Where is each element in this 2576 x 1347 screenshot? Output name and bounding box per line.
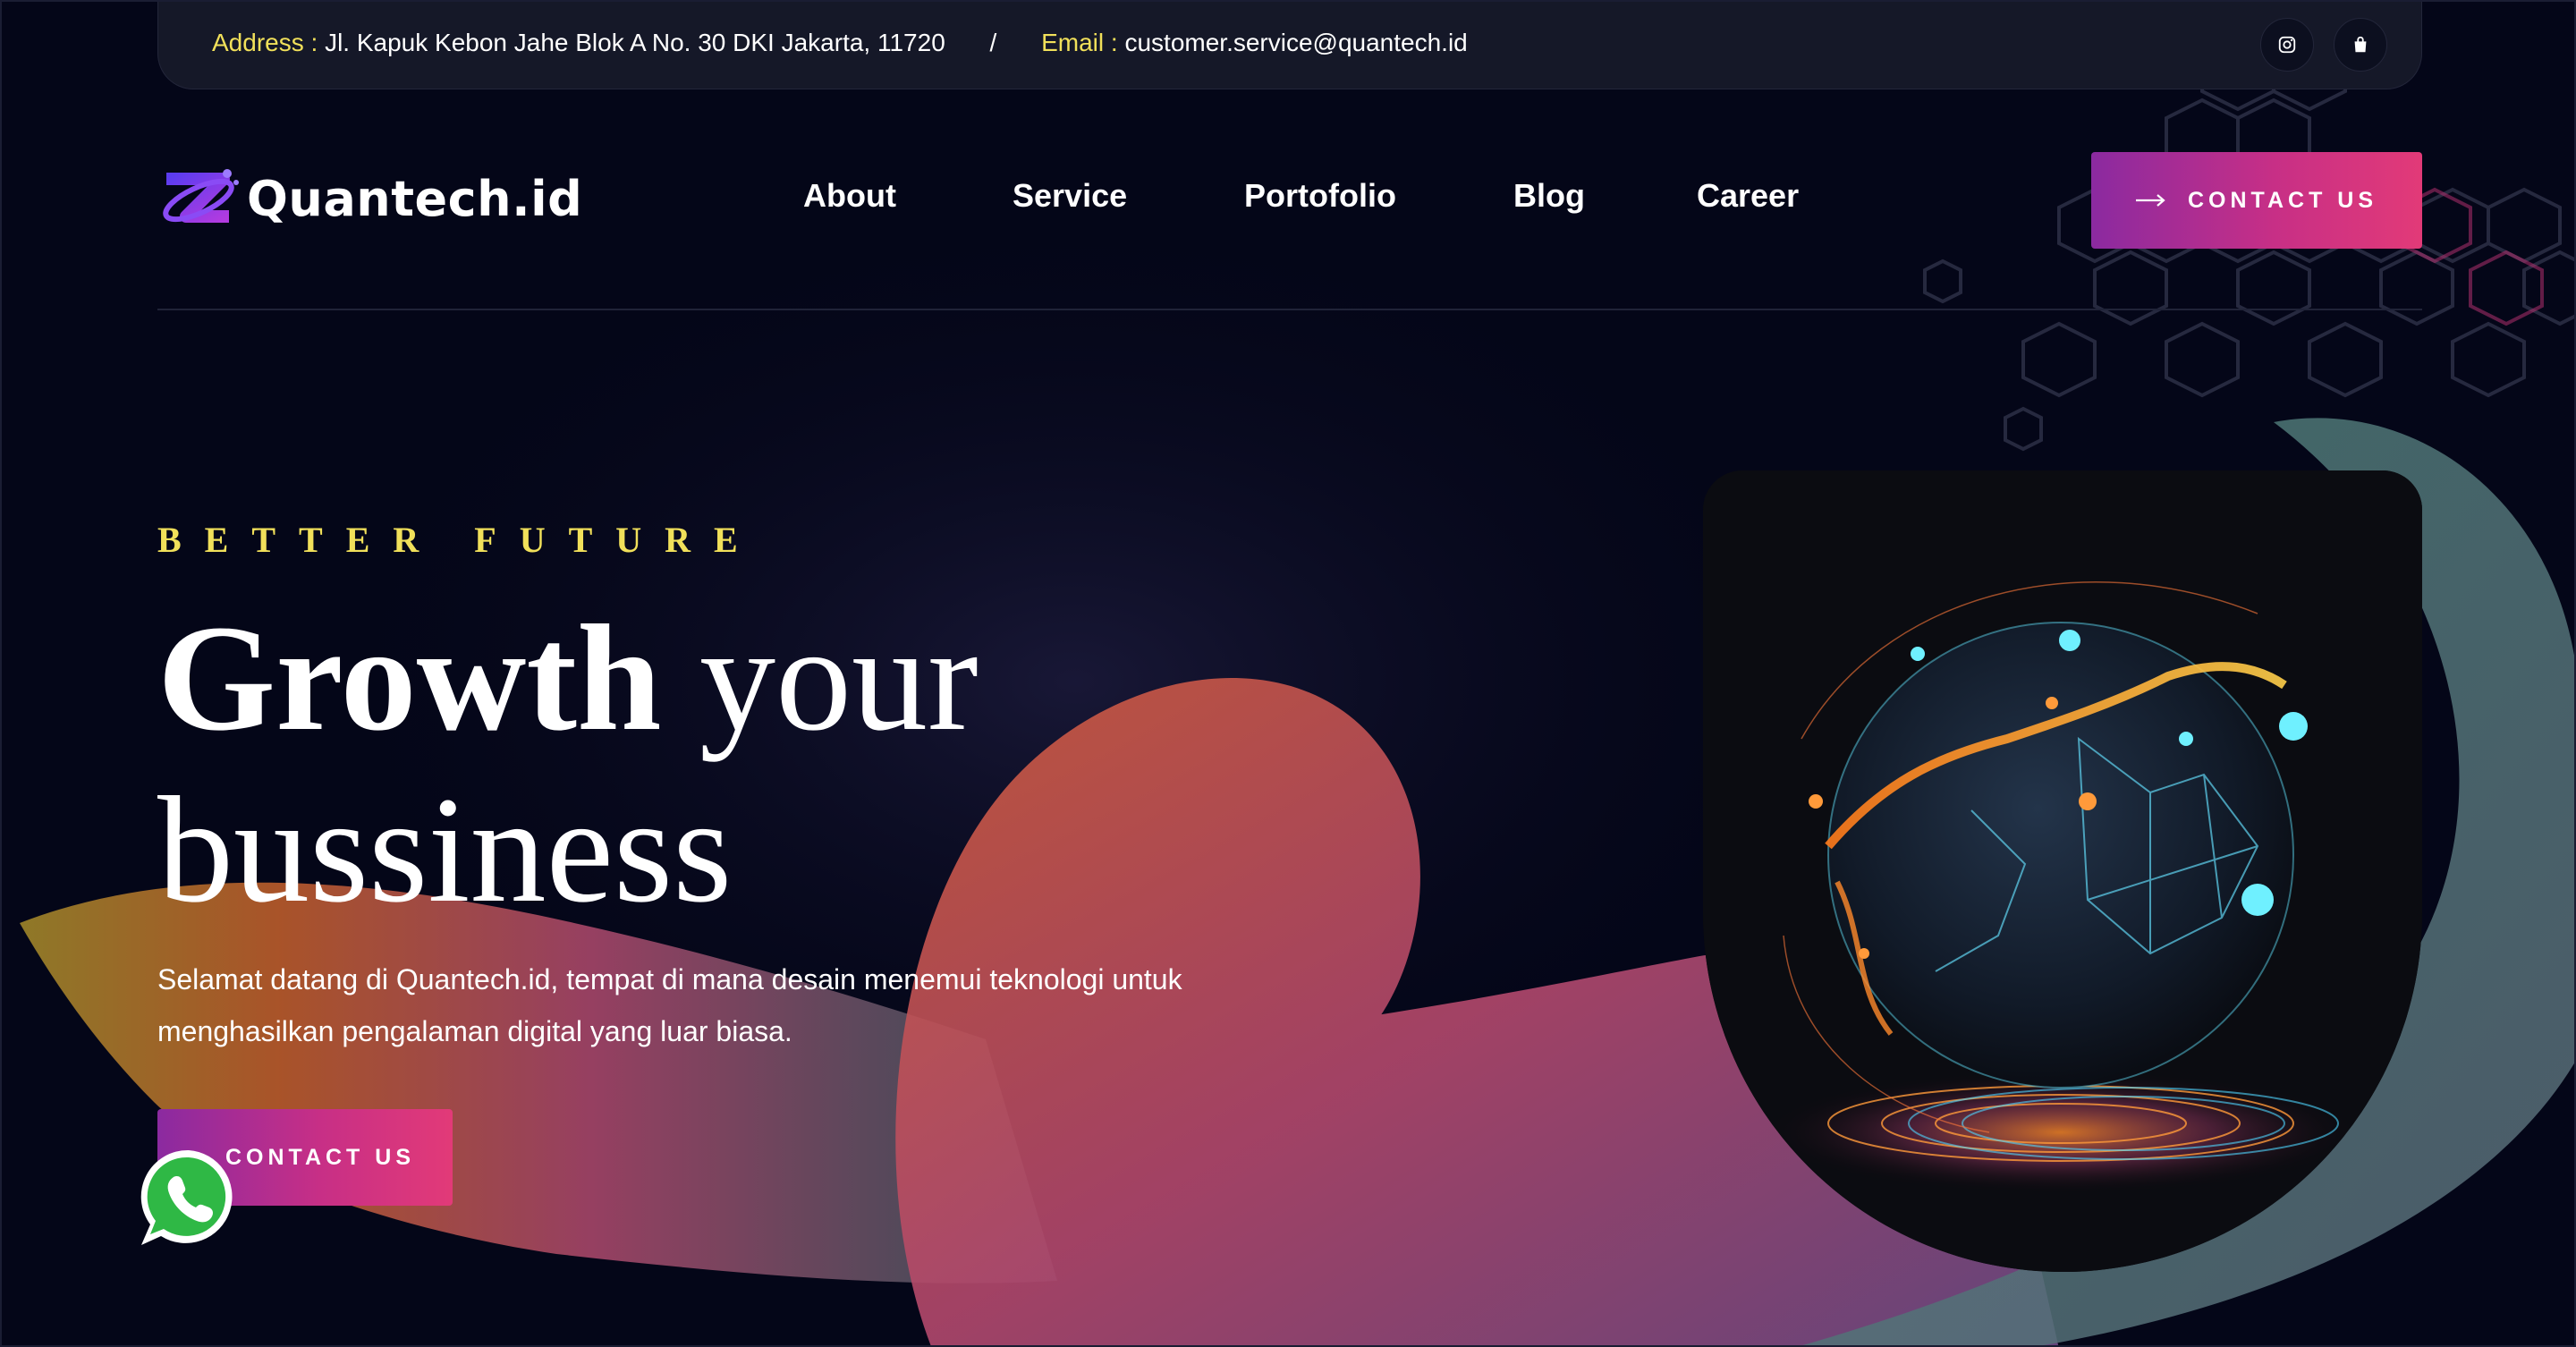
nav-item-service[interactable]: Service bbox=[1013, 177, 1127, 215]
headline-bold: Growth bbox=[157, 594, 662, 762]
nav-item-portofolio[interactable]: Portofolio bbox=[1244, 177, 1396, 215]
hero-contact-label: CONTACT US bbox=[225, 1144, 415, 1170]
page: Address : Jl. Kapuk Kebon Jahe Blok A No… bbox=[0, 0, 2576, 1347]
hero-globe-image bbox=[1703, 470, 2422, 1272]
nav-item-career[interactable]: Career bbox=[1697, 177, 1799, 215]
header-divider bbox=[157, 309, 2422, 310]
contact-info: Address : Jl. Kapuk Kebon Jahe Blok A No… bbox=[212, 29, 1468, 57]
email-value[interactable]: customer.service@quantech.id bbox=[1124, 29, 1467, 56]
quantech-logo-icon bbox=[163, 169, 239, 223]
nav-item-blog[interactable]: Blog bbox=[1513, 177, 1585, 215]
address-label: Address : bbox=[212, 29, 318, 56]
hero-headline: Growth your bussiness bbox=[157, 592, 1141, 936]
topbar-icon-group bbox=[2260, 18, 2387, 72]
arrow-right-icon bbox=[2135, 193, 2166, 208]
email-label: Email : bbox=[1041, 29, 1118, 56]
shopping-bag-icon[interactable] bbox=[2334, 18, 2387, 72]
nav-contact-button[interactable]: CONTACT US bbox=[2091, 152, 2422, 249]
top-info-bar: Address : Jl. Kapuk Kebon Jahe Blok A No… bbox=[157, 2, 2422, 89]
info-separator: / bbox=[989, 29, 997, 56]
nav-item-about[interactable]: About bbox=[803, 177, 896, 215]
brand-logo[interactable]: Quantech.id bbox=[157, 161, 582, 236]
address-value: Jl. Kapuk Kebon Jahe Blok A No. 30 DKI J… bbox=[325, 29, 945, 56]
brand-name: Quantech.id bbox=[247, 170, 583, 227]
hero-eyebrow: BETTER FUTURE bbox=[157, 520, 761, 560]
instagram-icon[interactable] bbox=[2260, 18, 2314, 72]
digital-globe-illustration bbox=[1703, 470, 2422, 1272]
whatsapp-icon[interactable] bbox=[134, 1143, 243, 1252]
hero-description: Selamat datang di Quantech.id, tempat di… bbox=[157, 963, 1182, 1047]
nav-contact-label: CONTACT US bbox=[2187, 187, 2378, 213]
